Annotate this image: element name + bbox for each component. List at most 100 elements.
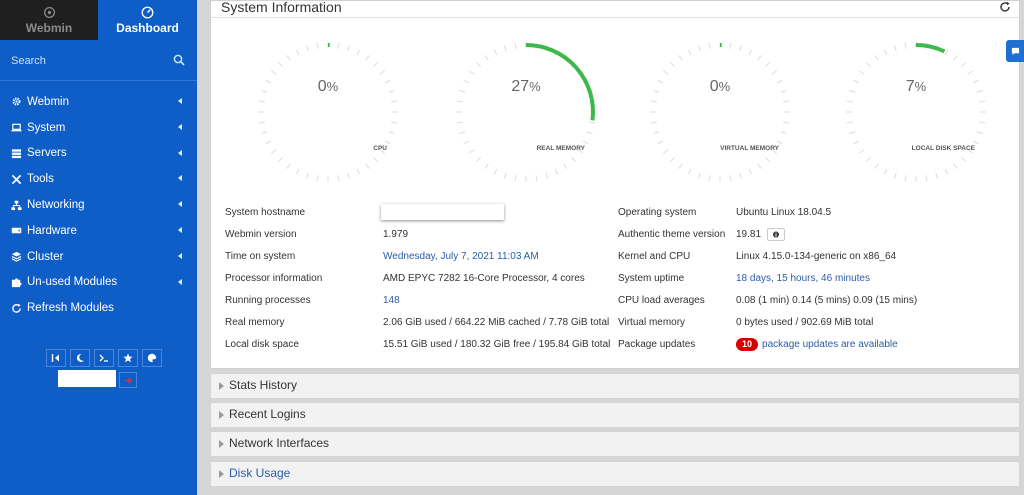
gauge-tick	[653, 131, 660, 135]
terminal-button[interactable]	[94, 349, 114, 367]
info-icon[interactable]	[767, 227, 786, 241]
gauge-tick	[739, 45, 743, 52]
gauge-tick	[356, 168, 361, 175]
right-panel-toggle[interactable]	[1006, 40, 1024, 62]
section-network-interfaces[interactable]: Network Interfaces	[210, 431, 1020, 457]
package-updates-link[interactable]: package updates are available	[762, 339, 898, 350]
network-icon	[11, 200, 22, 210]
gauge-label: LOCAL DISK SPACE	[911, 145, 975, 152]
collapse-icon	[51, 354, 59, 362]
updates-count-badge: 10	[736, 338, 759, 351]
gauge-tick	[697, 172, 701, 179]
gauge-tick	[893, 45, 897, 52]
uptime-link[interactable]: 18 days, 15 hours, 46 minutes	[736, 268, 870, 290]
collapse-sidebar-button[interactable]	[46, 349, 66, 367]
gauge-tick	[678, 163, 683, 169]
section-stats-history[interactable]: Stats History	[210, 373, 1020, 399]
refresh-icon[interactable]	[999, 1, 1011, 13]
search-icon[interactable]	[173, 54, 185, 66]
sidebar: Webmin Dashboard Webmin System Servers T…	[0, 0, 197, 495]
gauge-tick	[979, 121, 986, 124]
search-input[interactable]	[0, 50, 183, 72]
processes-link[interactable]: 148	[383, 290, 400, 312]
tab-webmin-label: Webmin	[25, 20, 73, 35]
logout-icon	[124, 377, 132, 383]
info-key: Real memory	[225, 317, 285, 328]
dashboard-icon	[141, 6, 154, 18]
night-mode-button[interactable]	[70, 349, 90, 367]
sidebar-item-system[interactable]: System	[0, 115, 197, 141]
logout-button[interactable]	[119, 372, 137, 388]
info-key: Running processes	[225, 295, 311, 306]
info-row: Webmin version 1.979	[225, 224, 615, 246]
sidebar-item-webmin[interactable]: Webmin	[0, 89, 197, 115]
info-key: Time on system	[225, 251, 296, 262]
gauge-tick	[757, 163, 762, 169]
gauge-tick	[391, 121, 398, 124]
sidebar-item-label: Tools	[27, 173, 54, 186]
section-disk-usage[interactable]: Disk Usage	[210, 461, 1020, 487]
info-row: Operating system Ubuntu Linux 18.04.5	[618, 202, 1008, 224]
chevron-left-icon	[178, 252, 182, 259]
sidebar-item-cluster[interactable]: Cluster	[0, 244, 197, 270]
gauge-tick	[935, 172, 939, 179]
layers-icon	[11, 252, 22, 262]
gauge-tick	[459, 131, 466, 135]
sidebar-item-networking[interactable]: Networking	[0, 192, 197, 218]
gauge-tick	[535, 175, 538, 182]
star-icon	[123, 353, 133, 363]
hdd-icon	[11, 228, 22, 234]
info-value: 1.979	[383, 229, 409, 240]
tools-icon	[11, 174, 22, 184]
gauge-tick	[657, 140, 664, 145]
gauge-tick	[365, 163, 370, 169]
gauge-tick	[589, 121, 596, 124]
gauge-label: REAL MEMORY	[536, 145, 585, 152]
gauge-tick	[687, 49, 692, 56]
username-box[interactable]	[58, 370, 116, 387]
section-recent-logins[interactable]: Recent Logins	[210, 402, 1020, 428]
gauge-tick	[347, 172, 351, 179]
gauge-tick	[846, 100, 853, 103]
sidebar-item-hardware[interactable]: Hardware	[0, 218, 197, 244]
gauge-tick	[944, 168, 949, 175]
gauge-tick	[874, 163, 879, 169]
sidebar-item-tools[interactable]: Tools	[0, 166, 197, 192]
gauge-tick	[883, 49, 888, 56]
gauge-dial	[456, 42, 596, 182]
info-row: Processor information AMD EPYC 7282 16-Co…	[225, 268, 615, 290]
gauge-tick	[514, 42, 517, 49]
gauge-tick	[650, 121, 657, 124]
gauge-tick	[771, 70, 777, 75]
favorites-button[interactable]	[118, 349, 138, 367]
gauge-tick	[484, 163, 489, 169]
gauge-tick	[278, 156, 284, 162]
caret-right-icon	[219, 470, 224, 478]
gauge-tick	[554, 168, 559, 175]
gauge-tick	[265, 140, 272, 145]
laptop-icon	[11, 123, 22, 132]
sidebar-item-servers[interactable]: Servers	[0, 141, 197, 167]
info-key: Processor information	[225, 273, 323, 284]
info-value: Linux 4.15.0-134-generic on x86_64	[736, 251, 897, 262]
caret-right-icon	[219, 382, 224, 390]
sidebar-item-refresh-modules[interactable]: Refresh Modules	[0, 295, 197, 321]
hostname-redaction	[381, 204, 504, 220]
time-link[interactable]: Wednesday, July 7, 2021 11:03 AM	[383, 246, 539, 268]
webmin-logo-icon	[43, 6, 55, 18]
sidebar-toolbar	[46, 349, 162, 367]
gauge-tick	[670, 156, 676, 162]
tab-dashboard[interactable]: Dashboard	[98, 0, 197, 40]
gauge-dial	[846, 42, 986, 182]
moon-icon	[76, 353, 84, 362]
sidebar-item-unused-modules[interactable]: Un-used Modules	[0, 270, 197, 296]
gauge-tick	[372, 156, 378, 162]
theme-button[interactable]	[142, 349, 162, 367]
gauge-tick	[271, 149, 277, 154]
tab-webmin[interactable]: Webmin	[0, 0, 98, 40]
gauge-tick	[372, 62, 378, 68]
sidebar-item-label: Refresh Modules	[27, 302, 114, 315]
gauge-tick	[347, 45, 351, 52]
gauge-tick	[258, 100, 265, 103]
gauge-tick	[764, 156, 770, 162]
